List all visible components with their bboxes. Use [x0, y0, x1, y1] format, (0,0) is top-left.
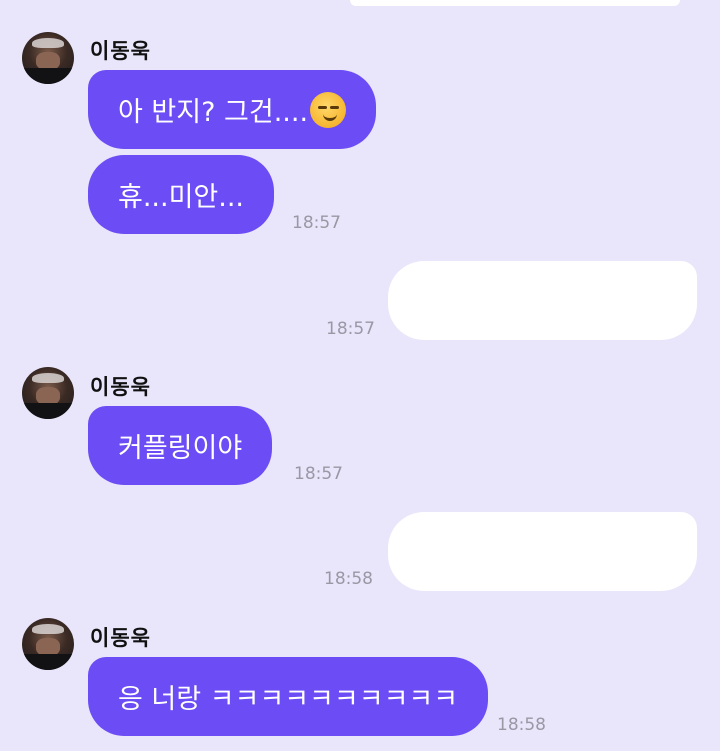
message-timestamp: 18:57	[326, 319, 375, 339]
outgoing-message-bubble[interactable]	[388, 261, 697, 340]
message-timestamp: 18:58	[324, 569, 373, 589]
message-timestamp: 18:58	[497, 715, 546, 735]
message-text: 응 너랑 ㅋㅋㅋㅋㅋㅋㅋㅋㅋㅋ	[118, 684, 459, 715]
message-timestamp: 18:57	[292, 213, 341, 233]
message-bubble[interactable]: 응 너랑 ㅋㅋㅋㅋㅋㅋㅋㅋㅋㅋ	[88, 657, 489, 736]
message-timestamp: 18:57	[294, 464, 343, 484]
message-bubble[interactable]: 휴...미안...	[88, 155, 275, 234]
outgoing-bubble-previous[interactable]	[350, 0, 680, 6]
sender-name: 이동욱	[90, 626, 151, 650]
message-bubble[interactable]: 커플링이야	[88, 406, 273, 485]
message-text: 휴...미안...	[118, 182, 245, 213]
outgoing-message-bubble[interactable]	[388, 512, 697, 591]
sender-avatar[interactable]	[22, 367, 74, 419]
message-text: 커플링이야	[118, 433, 243, 464]
sender-avatar[interactable]	[22, 32, 74, 84]
message-bubble[interactable]: 아 반지? 그건....	[88, 70, 377, 149]
sender-name: 이동욱	[90, 375, 151, 399]
smirking-face-icon	[310, 91, 347, 128]
sender-name: 이동욱	[90, 39, 151, 63]
message-text: 아 반지? 그건....	[118, 97, 309, 128]
sender-avatar[interactable]	[22, 618, 74, 670]
